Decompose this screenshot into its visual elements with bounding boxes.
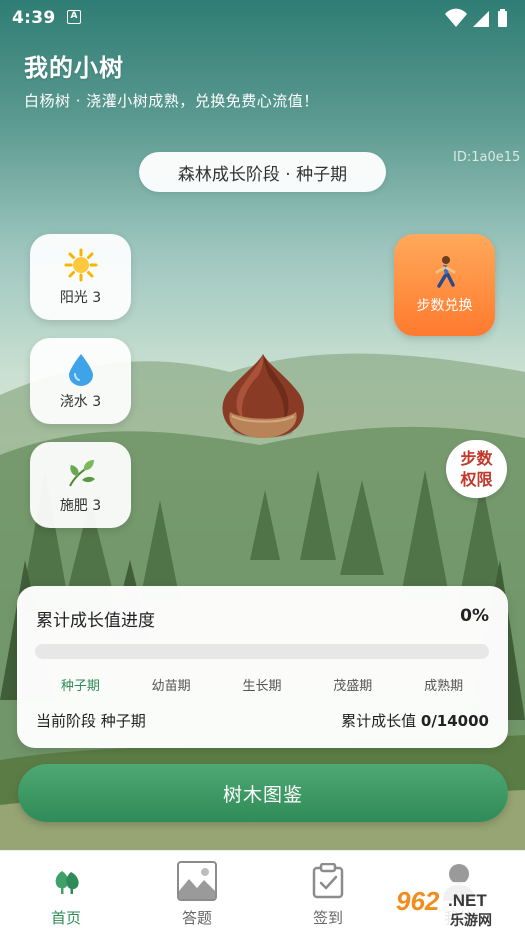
checkin-icon [308,861,348,901]
steps-exchange-button[interactable]: 步数兑换 [394,234,495,336]
water-label: 浇水 3 [59,394,102,410]
status-icons [445,8,507,28]
stage-label: 种子期 [60,679,100,694]
watermark-number: 962 [396,886,440,916]
battery-icon [498,11,507,27]
sun-icon [63,247,99,283]
stage-label: 茂盛期 [333,679,373,694]
status-bar: 4:39 A [0,0,525,36]
growth-value-label: 累计成长值 [341,712,417,730]
forest-stage-pill: 森林成长阶段 · 种子期 [139,152,386,192]
leaf-icon [63,455,99,491]
fertilize-button[interactable]: 施肥 3 [30,442,131,528]
seed-icon[interactable] [214,350,312,448]
nav-quiz-label: 答题 [181,909,212,927]
home-screen: 4:39 A 我的小树 白杨树 · 浇灌小树成熟，兑换免费心流值！ 森林成长阶段… [0,0,525,850]
nav-home-label: 首页 [50,909,81,927]
steps-exchange-label: 步数兑换 [416,298,473,314]
progress-title: 累计成长值进度 [36,611,155,631]
steps-permission-line1: 步数 [460,449,493,468]
nav-checkin[interactable]: 签到 [283,861,373,928]
nav-home[interactable]: 首页 [21,861,111,928]
progress-bar [35,644,489,659]
current-stage-label: 当前阶段 [36,712,97,730]
tree-icon [46,861,86,901]
stage-label: 幼苗期 [151,679,191,694]
site-watermark: 962 .NET 乐游网 [390,882,520,930]
nav-checkin-label: 签到 [312,909,343,927]
growth-progress-card: 累计成长值进度 0% 种子期 幼苗期 生长期 茂盛期 成熟期 当前阶段 种子期 … [17,586,508,748]
growth-value: 累计成长值 0/14000 [341,710,489,731]
watermark-domain: .NET [448,891,487,910]
wifi-icon [445,8,467,28]
page-subtitle: 白杨树 · 浇灌小树成熟，兑换免费心流值！ [24,92,319,110]
steps-permission-line2: 权限 [460,470,493,489]
sunshine-button[interactable]: 阳光 3 [30,234,131,320]
watermark-site-name: 乐游网 [450,912,492,929]
notification-indicator: A [67,10,81,24]
status-time: 4:39 [12,8,56,28]
quiz-icon [177,861,217,901]
fertilize-label: 施肥 3 [59,498,102,514]
current-stage: 当前阶段 种子期 [36,710,146,731]
steps-permission-button[interactable]: 步数 权限 [446,440,507,498]
stage-label: 成熟期 [424,679,464,694]
user-id: ID:1a0e15 [453,150,521,165]
growth-value-number: 0/14000 [420,712,489,730]
current-stage-value: 种子期 [100,712,146,730]
nav-quiz[interactable]: 答题 [152,861,242,928]
water-button[interactable]: 浇水 3 [30,338,131,424]
stage-labels: 种子期 幼苗期 生长期 茂盛期 成熟期 [35,675,489,695]
signal-icon [473,11,489,27]
water-drop-icon [63,351,99,387]
page-title: 我的小树 [24,54,124,82]
stage-label: 生长期 [242,679,282,694]
progress-percent: 0% [460,606,489,626]
running-person-icon [427,255,463,291]
tree-encyclopedia-button[interactable]: 树木图鉴 [18,764,508,822]
sunshine-label: 阳光 3 [59,290,102,306]
